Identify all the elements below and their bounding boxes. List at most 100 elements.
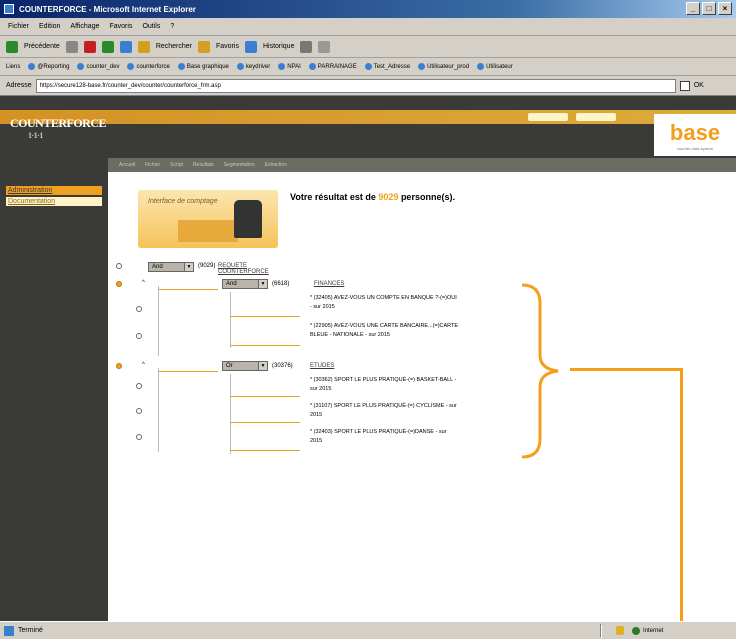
forward-arrow-icon[interactable] [65, 40, 78, 53]
menu-outils[interactable]: Outils [142, 23, 160, 30]
menu-affichage[interactable]: Affichage [70, 23, 99, 30]
link-npai[interactable]: NPAI [278, 63, 301, 70]
mail-icon[interactable] [300, 40, 313, 53]
close-button[interactable]: × [718, 2, 732, 15]
menu-edition[interactable]: Edition [39, 23, 60, 30]
menu-bar: Fichier Edition Affichage Favoris Outils… [0, 18, 736, 36]
criterion-item[interactable]: * (22905) AVEZ-VOUS UNE CARTE BANCAIRE..… [310, 322, 460, 340]
chevron-down-icon: ▼ [184, 263, 193, 271]
address-input[interactable]: https://secure128-base.fr/counter_dev/co… [35, 78, 676, 93]
nav-accueil[interactable]: Accueil [116, 162, 138, 168]
link-test-adresse[interactable]: Test_Adresse [364, 63, 410, 70]
header-pill[interactable] [576, 113, 616, 121]
window-title-bar: COUNTERFORCE - Microsoft Internet Explor… [0, 0, 736, 18]
link-counter-dev[interactable]: counter_dev [77, 63, 119, 70]
links-bar: Liens @Reporting counter_dev counterforc… [0, 58, 736, 76]
page-icon [28, 63, 36, 70]
group-node-icon[interactable] [116, 363, 122, 369]
sidebar-item-administration[interactable]: Administration [6, 186, 102, 195]
menu-favoris[interactable]: Favoris [109, 23, 132, 30]
chevron-down-icon: ▼ [258, 280, 267, 288]
page-icon [4, 625, 14, 636]
page-icon [236, 63, 244, 70]
page-icon [308, 63, 316, 70]
link-parrainage[interactable]: PARRAINAGE [308, 63, 357, 70]
link-counterforce[interactable]: counterforce [127, 63, 170, 70]
go-icon[interactable] [679, 80, 690, 91]
nav-resultats[interactable]: Resultats [190, 162, 217, 168]
site-header: COUNTERFORCE 1·1·1 base courrier data sy… [0, 96, 736, 158]
result-text: Votre résultat est de 9029 personne(s). [290, 192, 455, 202]
favorites-button[interactable]: Favoris [216, 43, 239, 50]
criterion-item[interactable]: * (31107) SPORT LE PLUS PRATIQUÉ-(=) CYC… [310, 402, 460, 420]
base-logo: base courrier data system [654, 114, 736, 156]
history-icon[interactable] [244, 40, 257, 53]
menu-fichier[interactable]: Fichier [8, 23, 29, 30]
link-utilisateur[interactable]: Utilisateur [477, 63, 513, 70]
menu-help[interactable]: ? [170, 23, 174, 30]
group-operator-select[interactable]: And ▼ [222, 279, 268, 289]
criterion-node-icon[interactable] [136, 434, 142, 440]
criterion-node-icon[interactable] [136, 306, 142, 312]
nav-fichier[interactable]: Fichier [142, 162, 163, 168]
criterion-node-icon[interactable] [136, 383, 142, 389]
nav-segmentation[interactable]: Segmentation [221, 162, 258, 168]
criterion-item[interactable]: * (32403) SPORT LE PLUS PRATIQUÉ-(=)DANS… [310, 428, 460, 446]
search-button[interactable]: Rechercher [156, 43, 192, 50]
group-label-finances[interactable]: FINANCES [314, 281, 344, 287]
criterion-item[interactable]: * (30362) SPORT LE PLUS PRATIQUÉ-(=) BAS… [310, 376, 460, 394]
print-icon[interactable] [318, 40, 331, 53]
window-title: COUNTERFORCE - Microsoft Internet Explor… [19, 4, 196, 14]
sidebar-item-documentation[interactable]: Documentation [6, 197, 102, 206]
link-keydriver[interactable]: keydriver [236, 63, 270, 70]
page-icon [77, 63, 85, 70]
minimize-button[interactable]: _ [686, 2, 700, 15]
back-button[interactable]: Précédente [24, 43, 60, 50]
chevron-down-icon: ▼ [258, 362, 267, 370]
link-reporting[interactable]: @Reporting [28, 63, 69, 70]
globe-icon [632, 627, 640, 635]
nav-extraction[interactable]: Extraction [262, 162, 290, 168]
counting-illustration: Interface de comptage [138, 190, 278, 248]
ie-icon [4, 4, 14, 14]
group-node-icon[interactable] [116, 281, 122, 287]
links-label: Liens [6, 63, 21, 70]
counterforce-logo: COUNTERFORCE 1·1·1 [10, 116, 107, 140]
page-icon [364, 63, 372, 70]
address-label: Adresse [6, 82, 32, 89]
security-zone: Internet [632, 624, 692, 638]
main-content: Interface de comptage Votre résultat est… [108, 172, 736, 621]
link-base-graphique[interactable]: Base graphique [177, 63, 229, 70]
criterion-node-icon[interactable] [136, 333, 142, 339]
group-label-etudes[interactable]: ETUDES [310, 363, 334, 369]
header-pill[interactable] [528, 113, 568, 121]
page-icon [177, 63, 185, 70]
criterion-node-icon[interactable] [136, 408, 142, 414]
group-count: (6618) [272, 281, 290, 287]
go-button[interactable]: OK [694, 82, 704, 89]
link-utilisateur-prod[interactable]: Utilisateur_prod [418, 63, 469, 70]
favorites-icon[interactable] [198, 40, 210, 53]
group-operator-select[interactable]: Or ▼ [222, 361, 268, 371]
sidebar: Administration Documentation [0, 158, 108, 621]
address-bar: Adresse https://secure128-base.fr/counte… [0, 76, 736, 96]
nav-script[interactable]: Script [167, 162, 186, 168]
refresh-icon[interactable] [101, 40, 114, 53]
root-operator-select[interactable]: And ▼ [148, 262, 194, 272]
search-icon[interactable] [137, 40, 150, 53]
root-node-icon[interactable] [116, 263, 122, 269]
browser-toolbar: Précédente Rechercher Favoris Historique [0, 36, 736, 58]
annotation-pointer [570, 368, 682, 371]
criterion-item[interactable]: * (32405) AVEZ-VOUS UN COMPTE EN BANQUE … [310, 294, 460, 312]
collapse-icon[interactable]: ^ [142, 362, 145, 368]
stop-icon[interactable] [83, 40, 96, 53]
history-button[interactable]: Historique [263, 43, 295, 50]
collapse-icon[interactable]: ^ [142, 280, 145, 286]
maximize-button[interactable]: □ [702, 2, 716, 15]
root-label[interactable]: REQUETE COUNTERFORCE [218, 263, 269, 275]
home-icon[interactable] [119, 40, 132, 53]
annotation-brace [521, 283, 559, 459]
status-bar: Terminé Internet [0, 621, 736, 639]
back-arrow-icon[interactable] [6, 40, 18, 53]
status-text: Terminé [18, 627, 43, 634]
